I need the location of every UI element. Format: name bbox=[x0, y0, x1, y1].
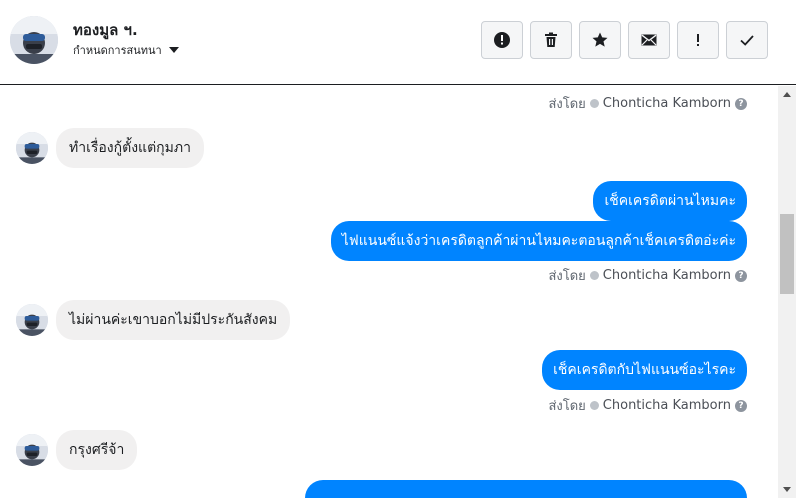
outgoing-message-partial bbox=[305, 480, 747, 498]
conversation-assign-label: กำหนดการสนทนา bbox=[73, 44, 162, 57]
sent-by-line: ส่งโดย Chonticha Kamborn ? bbox=[548, 395, 747, 416]
follow-up-button[interactable] bbox=[677, 21, 719, 59]
avatar-photo-icon bbox=[16, 132, 48, 164]
outgoing-message: ไฟแนนซ์แจ้งว่าเครดิตลูกค้าผ่านไหมคะตอนลู… bbox=[330, 221, 747, 261]
star-icon bbox=[592, 32, 608, 47]
sent-by-prefix: ส่งโดย bbox=[548, 269, 586, 284]
avatar-photo-icon bbox=[16, 434, 48, 466]
caret-down-icon bbox=[168, 47, 179, 53]
outgoing-message: เช็คเครดิตผ่านไหมคะ bbox=[593, 181, 747, 221]
help-icon[interactable]: ? bbox=[735, 269, 747, 282]
trash-icon bbox=[545, 32, 557, 47]
arrow-down-icon bbox=[783, 487, 791, 492]
sent-by-agent[interactable]: Chonticha Kamborn bbox=[603, 398, 731, 413]
thread-scrollbar[interactable] bbox=[778, 86, 796, 498]
avatar-photo-icon bbox=[10, 16, 58, 64]
scroll-up-button[interactable] bbox=[778, 86, 796, 103]
sent-by-line: ส่งโดย Chonticha Kamborn ? bbox=[548, 265, 747, 286]
help-icon[interactable]: ? bbox=[735, 97, 747, 110]
message-bubble: เช็คเครดิตผ่านไหมคะ bbox=[593, 181, 747, 221]
sender-avatar[interactable] bbox=[16, 132, 48, 164]
sender-avatar[interactable] bbox=[16, 434, 48, 466]
outgoing-message: เช็คเครดิตกับไฟแนนซ์อะไรคะ bbox=[542, 350, 747, 390]
message-bubble: กรุงศรีจ้า bbox=[56, 430, 138, 470]
sent-by-prefix: ส่งโดย bbox=[548, 399, 586, 414]
agent-status-icon bbox=[589, 99, 599, 108]
sent-by-agent[interactable]: Chonticha Kamborn bbox=[603, 96, 731, 111]
scrollbar-thumb[interactable] bbox=[780, 214, 794, 294]
check-icon bbox=[740, 35, 754, 46]
sent-by-prefix: ส่งโดย bbox=[548, 97, 586, 112]
mark-spam-button[interactable] bbox=[481, 21, 523, 59]
contact-name: ทองมูล ฯ. bbox=[73, 21, 138, 39]
mark-unread-button[interactable] bbox=[628, 21, 670, 59]
message-bubble: เช็คเครดิตกับไฟแนนซ์อะไรคะ bbox=[542, 350, 747, 390]
avatar-photo-icon bbox=[16, 304, 48, 336]
scroll-down-button[interactable] bbox=[778, 481, 796, 498]
message-bubble: ทำเรื่องกู้ตั้งแต่กุมภา bbox=[56, 128, 204, 168]
contact-avatar[interactable] bbox=[10, 16, 58, 64]
conversation-header: ทองมูล ฯ. กำหนดการสนทนา bbox=[0, 0, 796, 85]
mark-done-button[interactable] bbox=[726, 21, 768, 59]
star-button[interactable] bbox=[579, 21, 621, 59]
incoming-message: ไม่ผ่านค่ะเขาบอกไม่มีประกันสังคม bbox=[16, 300, 291, 340]
help-icon[interactable]: ? bbox=[735, 399, 747, 412]
agent-status-icon bbox=[589, 271, 599, 280]
sender-avatar[interactable] bbox=[16, 304, 48, 336]
sent-by-line: ส่งโดย Chonticha Kamborn ? bbox=[548, 93, 747, 114]
delete-button[interactable] bbox=[530, 21, 572, 59]
message-bubble bbox=[305, 480, 747, 498]
incoming-message: ทำเรื่องกู้ตั้งแต่กุมภา bbox=[16, 128, 204, 168]
alert-circle-icon bbox=[494, 32, 510, 48]
exclamation-icon bbox=[697, 34, 699, 46]
message-thread: ส่งโดย Chonticha Kamborn ? ทำเรื่องกู้ตั… bbox=[0, 86, 778, 498]
message-bubble: ไม่ผ่านค่ะเขาบอกไม่มีประกันสังคม bbox=[56, 300, 291, 340]
envelope-icon bbox=[641, 34, 657, 46]
conversation-toolbar bbox=[481, 21, 768, 59]
conversation-assign-dropdown[interactable]: กำหนดการสนทนา bbox=[73, 41, 179, 59]
incoming-message: กรุงศรีจ้า bbox=[16, 430, 138, 470]
agent-status-icon bbox=[589, 401, 599, 410]
message-bubble: ไฟแนนซ์แจ้งว่าเครดิตลูกค้าผ่านไหมคะตอนลู… bbox=[330, 221, 747, 261]
arrow-up-icon bbox=[783, 92, 791, 97]
sent-by-agent[interactable]: Chonticha Kamborn bbox=[603, 268, 731, 283]
